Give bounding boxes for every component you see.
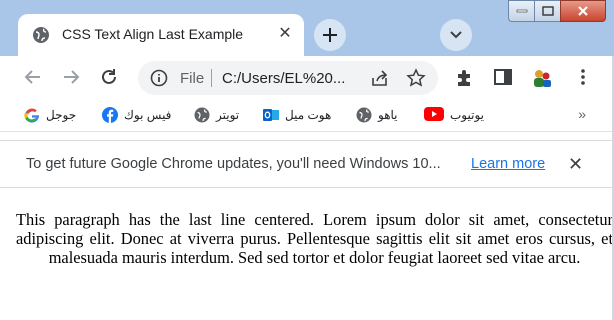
bookmark-facebook[interactable]: فيس بوك (102, 105, 171, 125)
maximize-button[interactable] (534, 0, 561, 22)
tab-active[interactable]: CSS Text Align Last Example ✕ (18, 14, 304, 56)
window-controls (508, 0, 606, 24)
bookmarks-bar: جوجل فيس بوك تويتر هوت ميل ياهو يوتيوب » (0, 98, 614, 132)
bookmark-label: ياهو (378, 108, 398, 122)
globe-icon (194, 107, 210, 123)
bookmark-yahoo[interactable]: ياهو (356, 105, 398, 125)
reload-icon[interactable] (98, 66, 120, 88)
tab-title: CSS Text Align Last Example (62, 26, 244, 42)
bookmark-google[interactable]: جوجل (24, 105, 76, 125)
new-tab-button[interactable] (314, 19, 346, 51)
minimize-icon (516, 9, 527, 13)
info-icon[interactable] (150, 69, 168, 92)
globe-icon (356, 107, 372, 123)
tab-strip: CSS Text Align Last Example ✕ (0, 0, 614, 56)
menu-icon[interactable] (572, 66, 594, 88)
address-bar[interactable]: File C:/Users/EL%20... (138, 61, 438, 95)
update-infobar: To get future Google Chrome updates, you… (0, 140, 614, 188)
bookmark-label: جوجل (46, 108, 77, 122)
close-icon (578, 6, 588, 16)
plus-icon (323, 28, 337, 42)
youtube-icon (424, 107, 444, 123)
profile-icon[interactable] (530, 66, 552, 88)
bookmark-label: فيس بوك (124, 108, 172, 122)
last-line-centered-paragraph: This paragraph has the last line centere… (16, 210, 613, 267)
bookmark-twitter[interactable]: تويتر (194, 105, 239, 125)
star-icon[interactable] (406, 68, 426, 93)
minimize-button[interactable] (508, 0, 535, 22)
bookmarks-overflow-button[interactable]: » (578, 106, 586, 122)
forward-icon[interactable] (60, 66, 82, 88)
url-text[interactable]: C:/Users/EL%20... (222, 70, 345, 87)
extensions-icon[interactable] (454, 66, 476, 88)
page-content: This paragraph has the last line centere… (0, 196, 614, 320)
globe-icon (32, 26, 50, 44)
bookmark-label: تويتر (216, 108, 240, 122)
bookmark-label: هوت ميل (285, 108, 332, 122)
bookmark-hotmail[interactable]: هوت ميل (263, 105, 331, 125)
tab-close-icon[interactable]: ✕ (276, 25, 294, 43)
bookmark-label: يوتيوب (450, 108, 484, 122)
back-icon[interactable] (22, 66, 44, 88)
maximize-icon (541, 6, 554, 16)
chevron-down-icon (450, 31, 462, 39)
browser-toolbar: File C:/Users/EL%20... (0, 56, 614, 98)
close-window-button[interactable] (560, 0, 606, 22)
learn-more-link[interactable]: Learn more (471, 156, 545, 172)
google-icon (24, 107, 40, 123)
infobar-message: To get future Google Chrome updates, you… (26, 156, 441, 172)
outlook-icon (263, 107, 279, 123)
share-icon[interactable] (370, 69, 390, 92)
infobar-close-icon[interactable]: ✕ (568, 154, 583, 175)
scheme-label: File (180, 70, 205, 87)
omnibox-divider (211, 69, 212, 87)
facebook-icon (102, 107, 118, 123)
sidepanel-icon[interactable] (492, 66, 514, 88)
bookmark-youtube[interactable]: يوتيوب (424, 105, 484, 125)
tab-search-button[interactable] (440, 19, 472, 51)
